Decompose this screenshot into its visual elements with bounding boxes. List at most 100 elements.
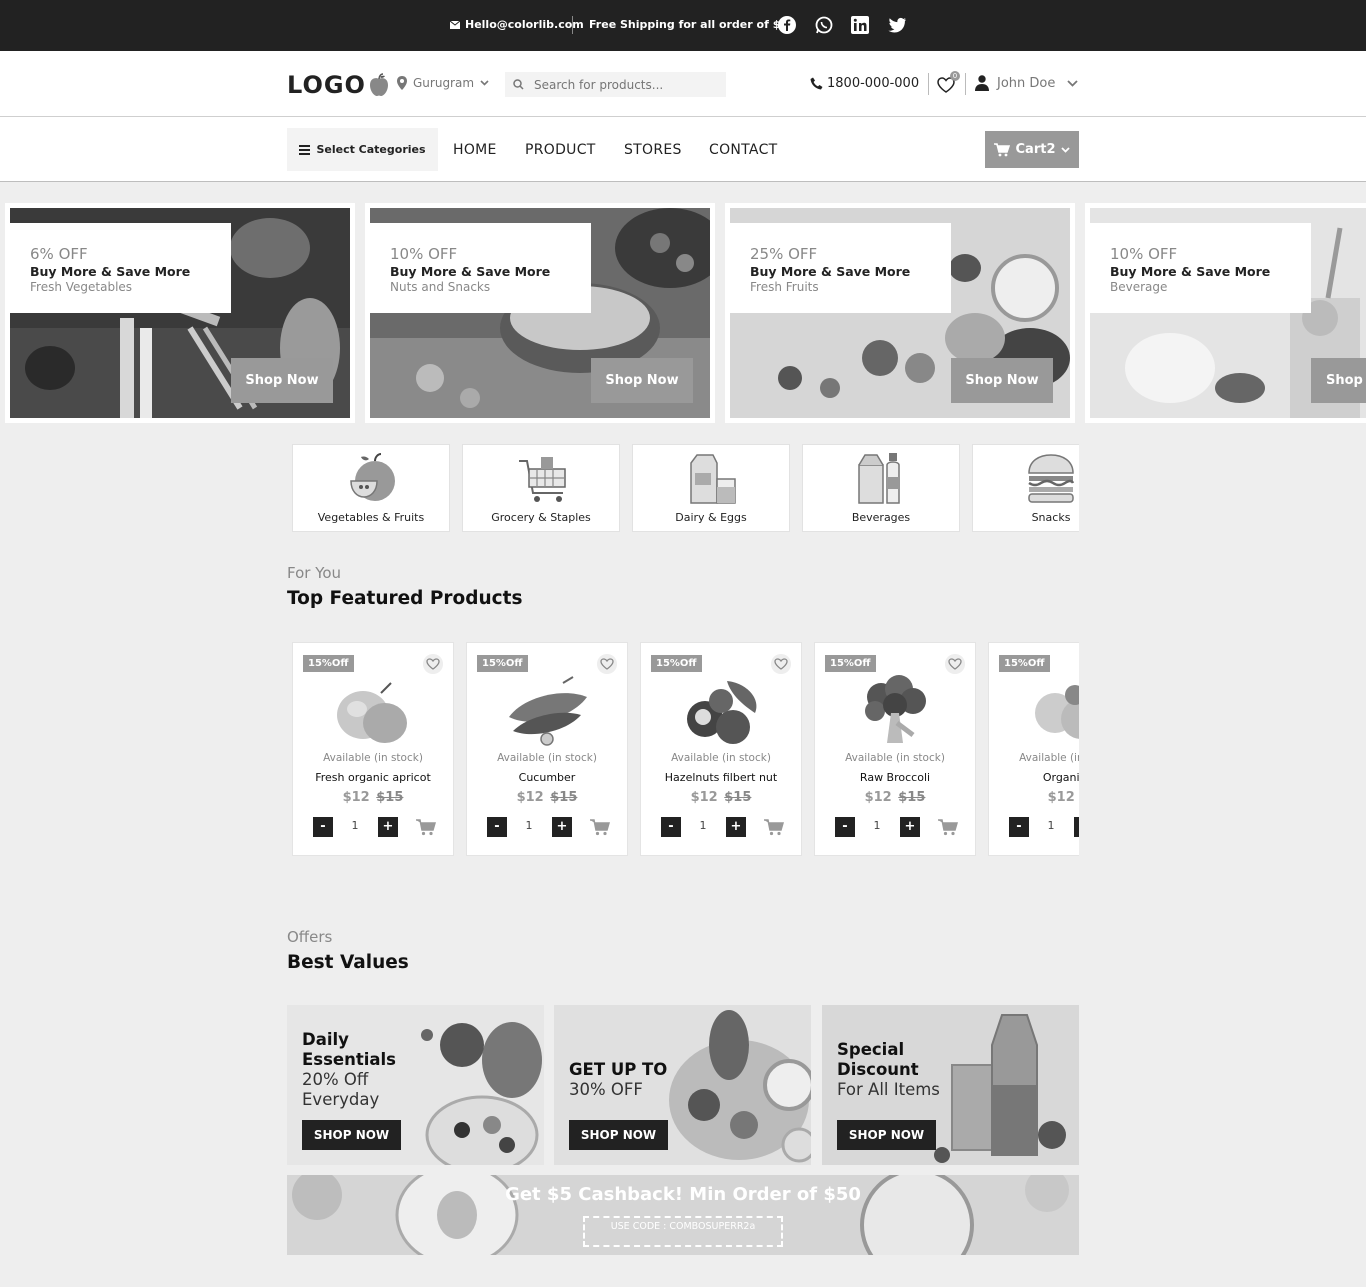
shop-now-button[interactable]: SHOP NOW bbox=[302, 1120, 401, 1150]
decrease-qty-button[interactable]: - bbox=[313, 817, 333, 837]
banner-card: 10% OFF Buy More & Save More Beverage bbox=[1090, 223, 1311, 313]
shop-now-button[interactable]: Shop Now bbox=[231, 358, 333, 403]
offer-card-daily-essentials: Daily Essentials 20% Off Everyday SHOP N… bbox=[287, 1005, 544, 1165]
category-beverages[interactable]: Beverages bbox=[802, 444, 960, 532]
category-label: Grocery & Staples bbox=[491, 511, 591, 524]
banner-title: Buy More & Save More bbox=[390, 264, 551, 279]
increase-qty-button[interactable]: + bbox=[900, 817, 920, 837]
apricot-image bbox=[337, 682, 407, 743]
discount-badge: 15%Off bbox=[303, 655, 354, 672]
discount-badge: 15%Off bbox=[825, 655, 876, 672]
offer-line: 20% Off bbox=[302, 1070, 369, 1089]
category-label: Snacks bbox=[1031, 511, 1071, 524]
banner-discount: 10% OFF bbox=[1110, 245, 1178, 263]
shop-now-button[interactable]: Shop Now bbox=[591, 358, 693, 403]
nav-link-home[interactable]: HOME bbox=[453, 142, 497, 158]
availability: Available (in stock) bbox=[497, 752, 597, 764]
quantity-value[interactable]: 1 bbox=[865, 819, 889, 832]
add-to-cart-icon[interactable] bbox=[938, 818, 958, 836]
divider bbox=[928, 73, 929, 95]
select-categories-button[interactable]: Select Categories bbox=[287, 128, 438, 171]
category-grocery-staples[interactable]: Grocery & Staples bbox=[462, 444, 620, 532]
offer-card-get-up-to: GET UP TO 30% OFF SHOP NOW bbox=[554, 1005, 811, 1165]
location-selector[interactable]: Gurugram bbox=[397, 76, 489, 90]
quantity-value[interactable]: 1 bbox=[691, 819, 715, 832]
product-name[interactable]: Organic c bbox=[989, 771, 1079, 784]
search-input[interactable] bbox=[534, 77, 714, 92]
main-nav: Select Categories HOME PRODUCT STORES CO… bbox=[0, 117, 1366, 182]
phone-contact[interactable]: 1800-000-000 bbox=[810, 76, 919, 91]
old-price: $15 bbox=[376, 790, 404, 805]
offer-text: Daily Essentials 20% Off Everyday bbox=[302, 1030, 396, 1110]
user-menu[interactable]: John Doe bbox=[975, 75, 1079, 91]
product-name[interactable]: Cucumber bbox=[467, 771, 627, 784]
offer-line: 30% OFF bbox=[569, 1080, 643, 1099]
linkedin-icon[interactable] bbox=[850, 15, 870, 35]
increase-qty-button[interactable]: + bbox=[1074, 817, 1079, 837]
offer-line: Discount bbox=[837, 1060, 919, 1079]
search-icon[interactable] bbox=[513, 79, 524, 90]
product-name[interactable]: Fresh organic apricot bbox=[293, 771, 453, 784]
current-price: $12 bbox=[342, 790, 370, 805]
facebook-icon[interactable] bbox=[777, 15, 797, 35]
featured-subtitle: For You bbox=[287, 564, 342, 582]
category-dairy-eggs[interactable]: Dairy & Eggs bbox=[632, 444, 790, 532]
whatsapp-icon[interactable] bbox=[814, 15, 834, 35]
wishlist-button[interactable]: 0 bbox=[936, 71, 960, 95]
product-card[interactable]: 15%Off Available (in stock) Fresh organi… bbox=[292, 642, 454, 856]
add-to-cart-icon[interactable] bbox=[590, 818, 610, 836]
shop-now-button[interactable]: Shop bbox=[1311, 358, 1366, 403]
increase-qty-button[interactable]: + bbox=[726, 817, 746, 837]
product-card[interactable]: 15%Off Available (in stock) Raw Broccoli… bbox=[814, 642, 976, 856]
current-price: $12 bbox=[690, 790, 718, 805]
increase-qty-button[interactable]: + bbox=[552, 817, 572, 837]
product-name[interactable]: Raw Broccoli bbox=[815, 771, 975, 784]
shop-now-button[interactable]: SHOP NOW bbox=[569, 1120, 668, 1150]
twitter-icon[interactable] bbox=[887, 15, 907, 35]
product-card[interactable]: 15%Off Available (in stock) Hazelnuts fi… bbox=[640, 642, 802, 856]
banner-subtitle: Nuts and Snacks bbox=[390, 280, 491, 294]
shop-now-button[interactable]: Shop Now bbox=[951, 358, 1053, 403]
banner-discount: 10% OFF bbox=[390, 245, 458, 263]
offer-line: For All Items bbox=[837, 1080, 940, 1099]
offer-line: Daily bbox=[302, 1030, 349, 1049]
nav-link-stores[interactable]: STORES bbox=[624, 142, 682, 158]
apple-image bbox=[1035, 685, 1079, 739]
decrease-qty-button[interactable]: - bbox=[661, 817, 681, 837]
increase-qty-button[interactable]: + bbox=[378, 817, 398, 837]
wishlist-heart-icon[interactable] bbox=[597, 654, 617, 674]
cart-button[interactable]: Cart2 bbox=[985, 131, 1079, 168]
add-to-cart-icon[interactable] bbox=[416, 818, 436, 836]
product-name[interactable]: Hazelnuts filbert nut bbox=[641, 771, 801, 784]
decrease-qty-button[interactable]: - bbox=[1009, 817, 1029, 837]
offer-line: Special bbox=[837, 1040, 905, 1059]
milk-carton-icon bbox=[690, 454, 736, 504]
category-snacks[interactable]: Snacks bbox=[972, 444, 1079, 532]
nav-link-product[interactable]: PRODUCT bbox=[525, 142, 596, 158]
banner-subtitle: Beverage bbox=[1110, 280, 1168, 294]
quantity-value[interactable]: 1 bbox=[517, 819, 541, 832]
top-bar: Hello@colorlib.com Free Shipping for all… bbox=[0, 0, 1366, 51]
shop-now-button[interactable]: SHOP NOW bbox=[837, 1120, 936, 1150]
product-card[interactable]: 15%Off Available (in stock) Organic c $1… bbox=[988, 642, 1079, 856]
apple-logo-icon bbox=[369, 73, 388, 96]
menu-icon bbox=[299, 144, 311, 155]
site-logo[interactable]: LOGO bbox=[287, 71, 390, 99]
offers-title: Best Values bbox=[287, 952, 409, 973]
decrease-qty-button[interactable]: - bbox=[835, 817, 855, 837]
email-contact[interactable]: Hello@colorlib.com bbox=[450, 18, 584, 31]
cashback-banner[interactable]: Get $5 Cashback! Min Order of $50 USE CO… bbox=[287, 1175, 1079, 1255]
category-vegetables-fruits[interactable]: Vegetables & Fruits bbox=[292, 444, 450, 532]
wishlist-heart-icon[interactable] bbox=[423, 654, 443, 674]
quantity-value[interactable]: 1 bbox=[1039, 819, 1063, 832]
wishlist-heart-icon[interactable] bbox=[945, 654, 965, 674]
product-card[interactable]: 15%Off Available (in stock) Cucumber $12… bbox=[466, 642, 628, 856]
decrease-qty-button[interactable]: - bbox=[487, 817, 507, 837]
beverage-bottle-icon bbox=[858, 453, 900, 504]
quantity-value[interactable]: 1 bbox=[343, 819, 367, 832]
add-to-cart-icon[interactable] bbox=[764, 818, 784, 836]
offer-line: Everyday bbox=[302, 1090, 380, 1109]
nav-link-contact[interactable]: CONTACT bbox=[709, 142, 778, 158]
promo-code[interactable]: USE CODE : COMBOSUPERR2a bbox=[583, 1216, 783, 1247]
wishlist-heart-icon[interactable] bbox=[771, 654, 791, 674]
